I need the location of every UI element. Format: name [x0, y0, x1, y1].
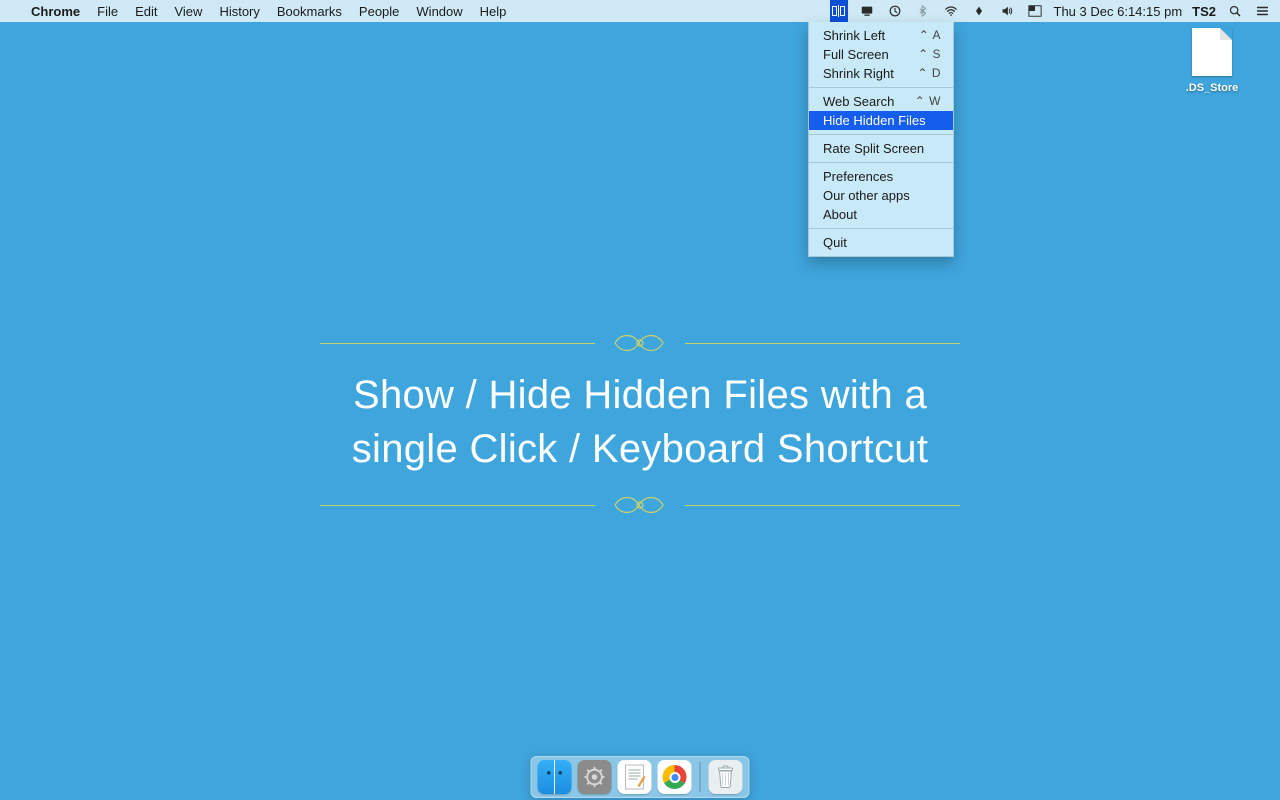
wallpaper-hero: Show / Hide Hidden Files with a single C… — [320, 332, 960, 516]
menu-item-shortcut: ⌃ A — [919, 27, 941, 44]
menu-item-full-screen[interactable]: Full Screen ⌃ S — [809, 45, 953, 64]
app-menu[interactable]: Chrome — [31, 4, 80, 19]
ornament-bottom — [320, 494, 960, 516]
menu-history[interactable]: History — [219, 4, 259, 19]
menu-item-label: Shrink Right — [823, 65, 894, 82]
time-machine-icon[interactable] — [886, 4, 904, 18]
menu-item-preferences[interactable]: Preferences — [809, 167, 953, 186]
menu-item-shortcut: ⌃ D — [917, 65, 941, 82]
menu-item-label: Preferences — [823, 168, 893, 185]
dock-finder[interactable] — [538, 760, 572, 794]
dock-system-preferences[interactable] — [578, 760, 612, 794]
menu-item-hide-hidden-files[interactable]: Hide Hidden Files — [809, 111, 953, 130]
menu-item-about[interactable]: About — [809, 205, 953, 224]
menubar-right: Thu 3 Dec 6:14:15 pm TS2 — [830, 0, 1272, 22]
desktop-file-ds-store[interactable]: .DS_Store — [1180, 28, 1244, 94]
menu-item-label: Shrink Left — [823, 27, 885, 44]
menubar: Chrome File Edit View History Bookmarks … — [0, 0, 1280, 22]
menu-item-rate-split-screen[interactable]: Rate Split Screen — [809, 139, 953, 158]
flag-icon[interactable] — [1026, 4, 1044, 18]
notification-center-icon[interactable] — [1254, 4, 1272, 18]
menu-item-our-other-apps[interactable]: Our other apps — [809, 186, 953, 205]
volume-icon[interactable] — [998, 4, 1016, 18]
menu-item-shrink-left[interactable]: Shrink Left ⌃ A — [809, 26, 953, 45]
menu-item-label: Hide Hidden Files — [823, 112, 926, 129]
dropdown-caret-icon[interactable] — [970, 4, 988, 18]
desktop-file-label: .DS_Store — [1180, 82, 1244, 94]
menu-item-label: Our other apps — [823, 187, 910, 204]
menubar-left: Chrome File Edit View History Bookmarks … — [14, 4, 506, 19]
bluetooth-icon[interactable] — [914, 4, 932, 18]
hero-title: Show / Hide Hidden Files with a single C… — [320, 368, 960, 476]
spotlight-icon[interactable] — [1226, 4, 1244, 18]
dock-chrome[interactable] — [658, 760, 692, 794]
menu-edit[interactable]: Edit — [135, 4, 157, 19]
menu-separator — [809, 228, 953, 229]
menu-item-quit[interactable]: Quit — [809, 233, 953, 252]
document-icon — [1192, 28, 1232, 76]
wifi-icon[interactable] — [942, 4, 960, 18]
flourish-icon — [605, 332, 675, 354]
menu-item-shortcut: ⌃ W — [915, 93, 941, 110]
menu-item-label: Rate Split Screen — [823, 140, 924, 157]
menu-item-web-search[interactable]: Web Search ⌃ W — [809, 92, 953, 111]
menu-help[interactable]: Help — [480, 4, 507, 19]
menu-separator — [809, 134, 953, 135]
menubar-clock[interactable]: Thu 3 Dec 6:14:15 pm — [1054, 4, 1183, 19]
ornament-top — [320, 332, 960, 354]
menu-item-shortcut: ⌃ S — [918, 46, 941, 63]
dock — [531, 756, 750, 798]
dock-trash[interactable] — [709, 760, 743, 794]
menu-item-label: Quit — [823, 234, 847, 251]
menu-bookmarks[interactable]: Bookmarks — [277, 4, 342, 19]
split-screen-dropdown: Shrink Left ⌃ A Full Screen ⌃ S Shrink R… — [808, 22, 954, 257]
display-mirroring-icon[interactable] — [858, 4, 876, 18]
menu-separator — [809, 162, 953, 163]
menu-item-label: Web Search — [823, 93, 894, 110]
menu-separator — [809, 87, 953, 88]
menu-people[interactable]: People — [359, 4, 399, 19]
menu-item-shrink-right[interactable]: Shrink Right ⌃ D — [809, 64, 953, 83]
dock-divider — [700, 762, 701, 792]
split-screen-menubar-icon[interactable] — [830, 0, 848, 22]
menu-file[interactable]: File — [97, 4, 118, 19]
menu-item-label: Full Screen — [823, 46, 889, 63]
menubar-user[interactable]: TS2 — [1192, 4, 1216, 19]
menu-view[interactable]: View — [174, 4, 202, 19]
menu-item-label: About — [823, 206, 857, 223]
flourish-icon — [605, 494, 675, 516]
dock-textedit[interactable] — [618, 760, 652, 794]
menu-window[interactable]: Window — [416, 4, 462, 19]
